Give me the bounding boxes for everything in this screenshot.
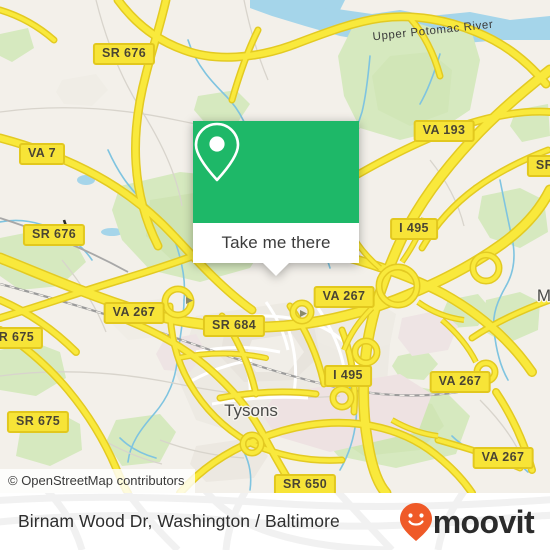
map-canvas[interactable]: Upper Potomac River Tysons M SR 676 VA 1… bbox=[0, 0, 550, 493]
road-shield-sr-675-south[interactable]: SR 675 bbox=[6, 411, 70, 433]
location-title: Birnam Wood Dr, Washington / Baltimore bbox=[18, 511, 340, 531]
location-popup-card[interactable]: Take me there bbox=[193, 121, 359, 276]
place-label-tysons: Tysons bbox=[224, 401, 278, 420]
road-shield-va-267-southeast[interactable]: VA 267 bbox=[472, 447, 534, 469]
road-shield-i-495-south[interactable]: I 495 bbox=[324, 365, 372, 387]
moovit-pin-smiley-icon bbox=[399, 502, 432, 541]
take-me-there-label: Take me there bbox=[221, 233, 331, 252]
place-label-m: M bbox=[536, 286, 550, 305]
moovit-wordmark: moovit bbox=[432, 503, 535, 540]
openstreetmap-attribution[interactable]: © OpenStreetMap contributors bbox=[0, 469, 195, 493]
popup-action-area[interactable]: Take me there bbox=[193, 223, 359, 276]
road-shield-va-7[interactable]: VA 7 bbox=[19, 143, 65, 165]
moovit-logo[interactable]: moovit bbox=[399, 493, 535, 550]
moovit-location-card: Upper Potomac River Tysons M SR 676 VA 1… bbox=[0, 0, 550, 550]
popup-pin-area bbox=[193, 121, 359, 223]
road-shield-va-193[interactable]: VA 193 bbox=[413, 120, 475, 142]
road-shield-sr-676-west[interactable]: SR 676 bbox=[22, 224, 86, 246]
map-pin-icon bbox=[194, 122, 240, 182]
road-shield-i-495-north[interactable]: I 495 bbox=[390, 218, 438, 240]
road-shield-va-267-west[interactable]: VA 267 bbox=[103, 302, 165, 324]
popup-tail-pointer bbox=[262, 262, 290, 276]
road-shield-sr-clipped[interactable]: SR bbox=[526, 155, 550, 177]
road-shield-sr-675-west[interactable]: SR 675 bbox=[0, 327, 44, 349]
footer-bar: Birnam Wood Dr, Washington / Baltimore m… bbox=[0, 493, 550, 550]
road-shield-sr-684[interactable]: SR 684 bbox=[202, 315, 266, 337]
road-shield-va-267-center[interactable]: VA 267 bbox=[313, 286, 375, 308]
road-shield-sr-676-north[interactable]: SR 676 bbox=[92, 43, 156, 65]
road-shield-sr-650[interactable]: SR 650 bbox=[273, 474, 337, 493]
road-shield-va-267-east[interactable]: VA 267 bbox=[429, 371, 491, 393]
